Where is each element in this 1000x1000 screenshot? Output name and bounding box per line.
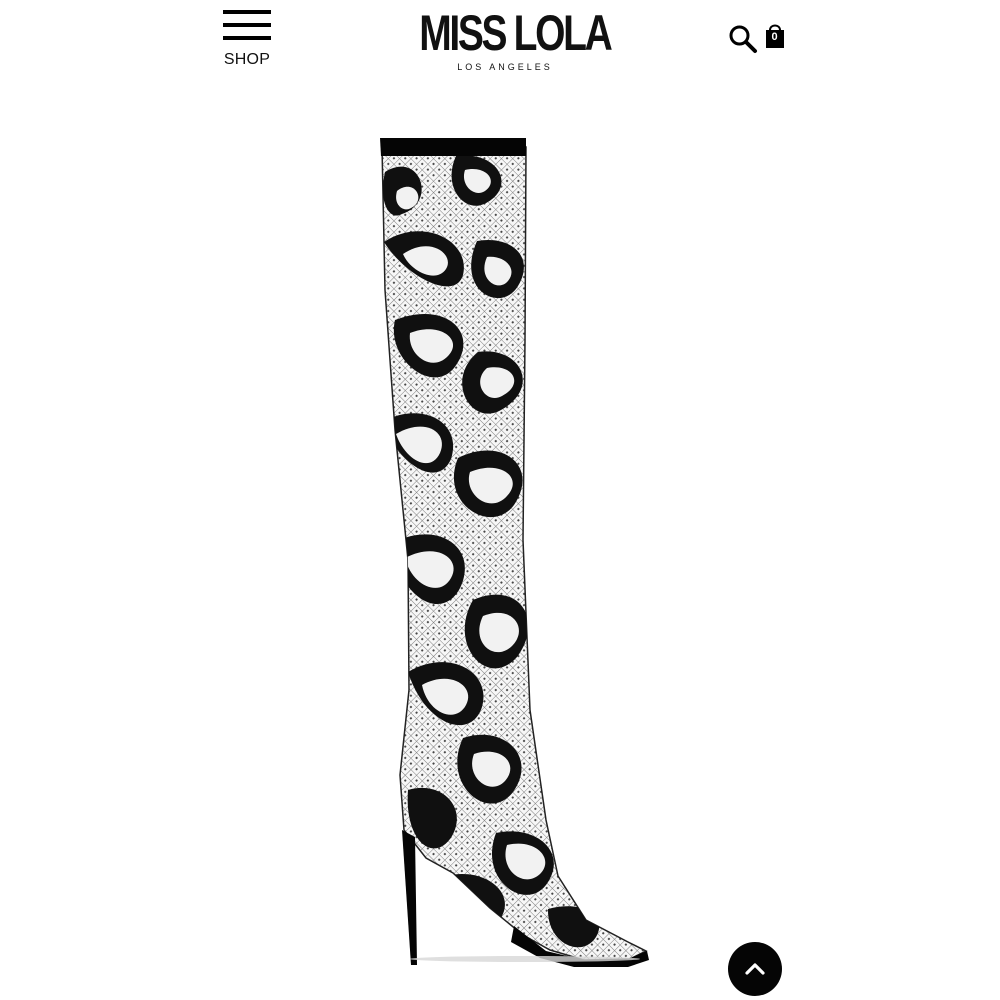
search-icon[interactable]: [728, 24, 758, 54]
shop-menu-label: SHOP: [223, 51, 271, 68]
hamburger-menu-icon: [223, 8, 271, 42]
scroll-to-top-button[interactable]: [728, 942, 782, 996]
product-image: [380, 138, 649, 967]
chevron-up-icon: [745, 963, 765, 975]
logo-wordmark: MISS LOLA: [419, 5, 613, 61]
logo-subtitle: LOS ANGELES: [457, 62, 553, 72]
site-header: SHOP MISS LOLA LOS ANGELES 0: [0, 0, 1000, 90]
shop-menu-button[interactable]: SHOP: [218, 6, 276, 70]
brand-logo[interactable]: MISS LOLA LOS ANGELES: [395, 0, 615, 80]
shopping-bag-icon[interactable]: 0: [764, 22, 786, 50]
cart-count: 0: [771, 31, 778, 43]
